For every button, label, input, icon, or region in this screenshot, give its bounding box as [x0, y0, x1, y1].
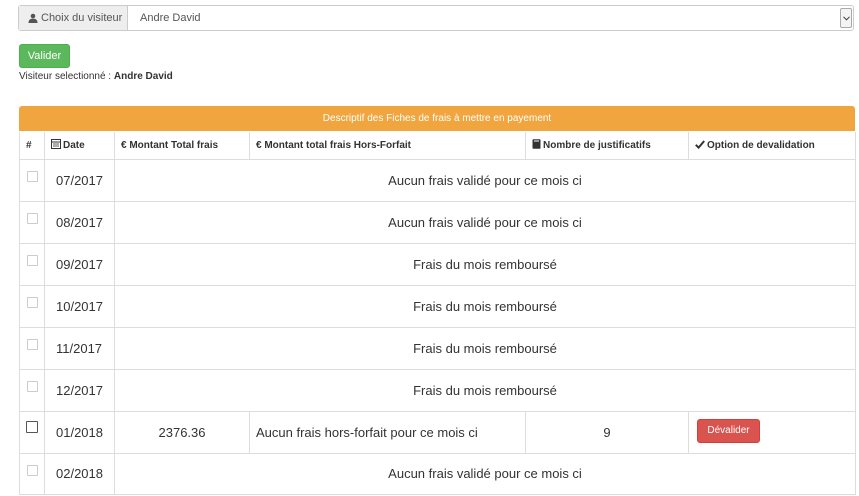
table-row: 08/2017 Aucun frais validé pour ce mois …: [19, 200, 856, 244]
calendar-icon: [51, 139, 61, 150]
row-select-cell: [19, 200, 45, 244]
row-checkbox[interactable]: [26, 254, 38, 266]
table-row: 10/2017 Frais du mois remboursé: [19, 284, 856, 328]
row-message: Frais du mois remboursé: [114, 326, 856, 370]
visitor-selector-label-text: Choix du visiteur: [41, 12, 123, 24]
panel-title: Descriptif des Fiches de frais à mettre …: [322, 113, 552, 124]
user-icon: [28, 13, 38, 23]
row-checkbox[interactable]: [26, 464, 38, 476]
visitor-select[interactable]: Andre David: [128, 6, 853, 30]
row-hors-forfait: Aucun frais hors-forfait pour ce mois ci: [249, 410, 526, 454]
row-checkbox[interactable]: [26, 296, 38, 308]
validate-button[interactable]: Valider: [19, 44, 70, 68]
panel-heading: Descriptif des Fiches de frais à mettre …: [19, 106, 855, 131]
row-message: Aucun frais validé pour ce mois ci: [114, 158, 856, 202]
row-message: Frais du mois remboursé: [114, 242, 856, 286]
table-row: 01/2018 2376.36 Aucun frais hors-forfait…: [19, 410, 856, 454]
row-checkbox[interactable]: [26, 212, 38, 224]
row-message: Aucun frais validé pour ce mois ci: [114, 200, 856, 244]
visitor-selector-label: Choix du visiteur: [19, 6, 128, 30]
row-message: Frais du mois remboursé: [114, 368, 856, 412]
row-justificatifs: 9: [525, 410, 689, 454]
row-message: Aucun frais validé pour ce mois ci: [114, 452, 856, 495]
col-header-justificatifs-label: Nombre de justificatifs: [543, 140, 651, 152]
row-checkbox[interactable]: [26, 420, 38, 433]
row-total: 2376.36: [114, 410, 250, 454]
col-header-num: #: [19, 132, 45, 160]
table-row: 07/2017 Aucun frais validé pour ce mois …: [19, 158, 856, 202]
row-select-cell: [19, 326, 45, 370]
chevron-down-icon: [842, 15, 850, 21]
row-date: 08/2017: [44, 200, 115, 244]
row-message: Frais du mois remboursé: [114, 284, 856, 328]
selected-visitor-name: Andre David: [113, 71, 173, 82]
row-date: 11/2017: [44, 326, 115, 370]
selected-visitor-label: Visiteur selectionné :: [19, 71, 114, 82]
dropdown-arrow[interactable]: [840, 8, 852, 28]
col-header-date-label: Date: [63, 140, 85, 152]
fiches-table: # Date € Montant Total frais € Montant t…: [19, 132, 856, 495]
row-checkbox[interactable]: [26, 380, 38, 392]
table-header-row: # Date € Montant Total frais € Montant t…: [19, 132, 856, 160]
col-header-option: Option de devalidation: [688, 132, 856, 160]
row-select-cell: [19, 158, 45, 202]
devalider-button[interactable]: Dévalider: [697, 419, 760, 443]
row-date: 01/2018: [44, 410, 115, 454]
check-icon: [695, 140, 705, 149]
row-date: 12/2017: [44, 368, 115, 412]
row-date: 10/2017: [44, 284, 115, 328]
col-header-date: Date: [44, 132, 115, 160]
col-header-hors-forfait: € Montant total frais Hors-Forfait: [249, 132, 526, 160]
col-header-option-label: Option de devalidation: [707, 139, 815, 151]
visitor-select-value: Andre David: [140, 12, 201, 24]
book-icon: [532, 139, 541, 149]
row-checkbox[interactable]: [26, 338, 38, 350]
row-checkbox[interactable]: [26, 170, 38, 182]
visitor-selector: Choix du visiteur Andre David: [18, 5, 854, 31]
row-select-cell: [19, 284, 45, 328]
table-row: 11/2017 Frais du mois remboursé: [19, 326, 856, 370]
row-select-cell: [19, 410, 45, 454]
col-header-total: € Montant Total frais: [114, 132, 250, 160]
table-row: 12/2017 Frais du mois remboursé: [19, 368, 856, 412]
row-date: 07/2017: [44, 158, 115, 202]
row-select-cell: [19, 368, 45, 412]
row-date: 09/2017: [44, 242, 115, 286]
selected-visitor-line: Visiteur selectionné : Andre David: [19, 71, 173, 82]
row-select-cell: [19, 452, 45, 495]
row-option: Dévalider: [688, 410, 856, 454]
table-row: 02/2018 Aucun frais validé pour ce mois …: [19, 452, 856, 495]
row-select-cell: [19, 242, 45, 286]
col-header-justificatifs: Nombre de justificatifs: [525, 132, 689, 160]
table-row: 09/2017 Frais du mois remboursé: [19, 242, 856, 286]
row-date: 02/2018: [44, 452, 115, 495]
